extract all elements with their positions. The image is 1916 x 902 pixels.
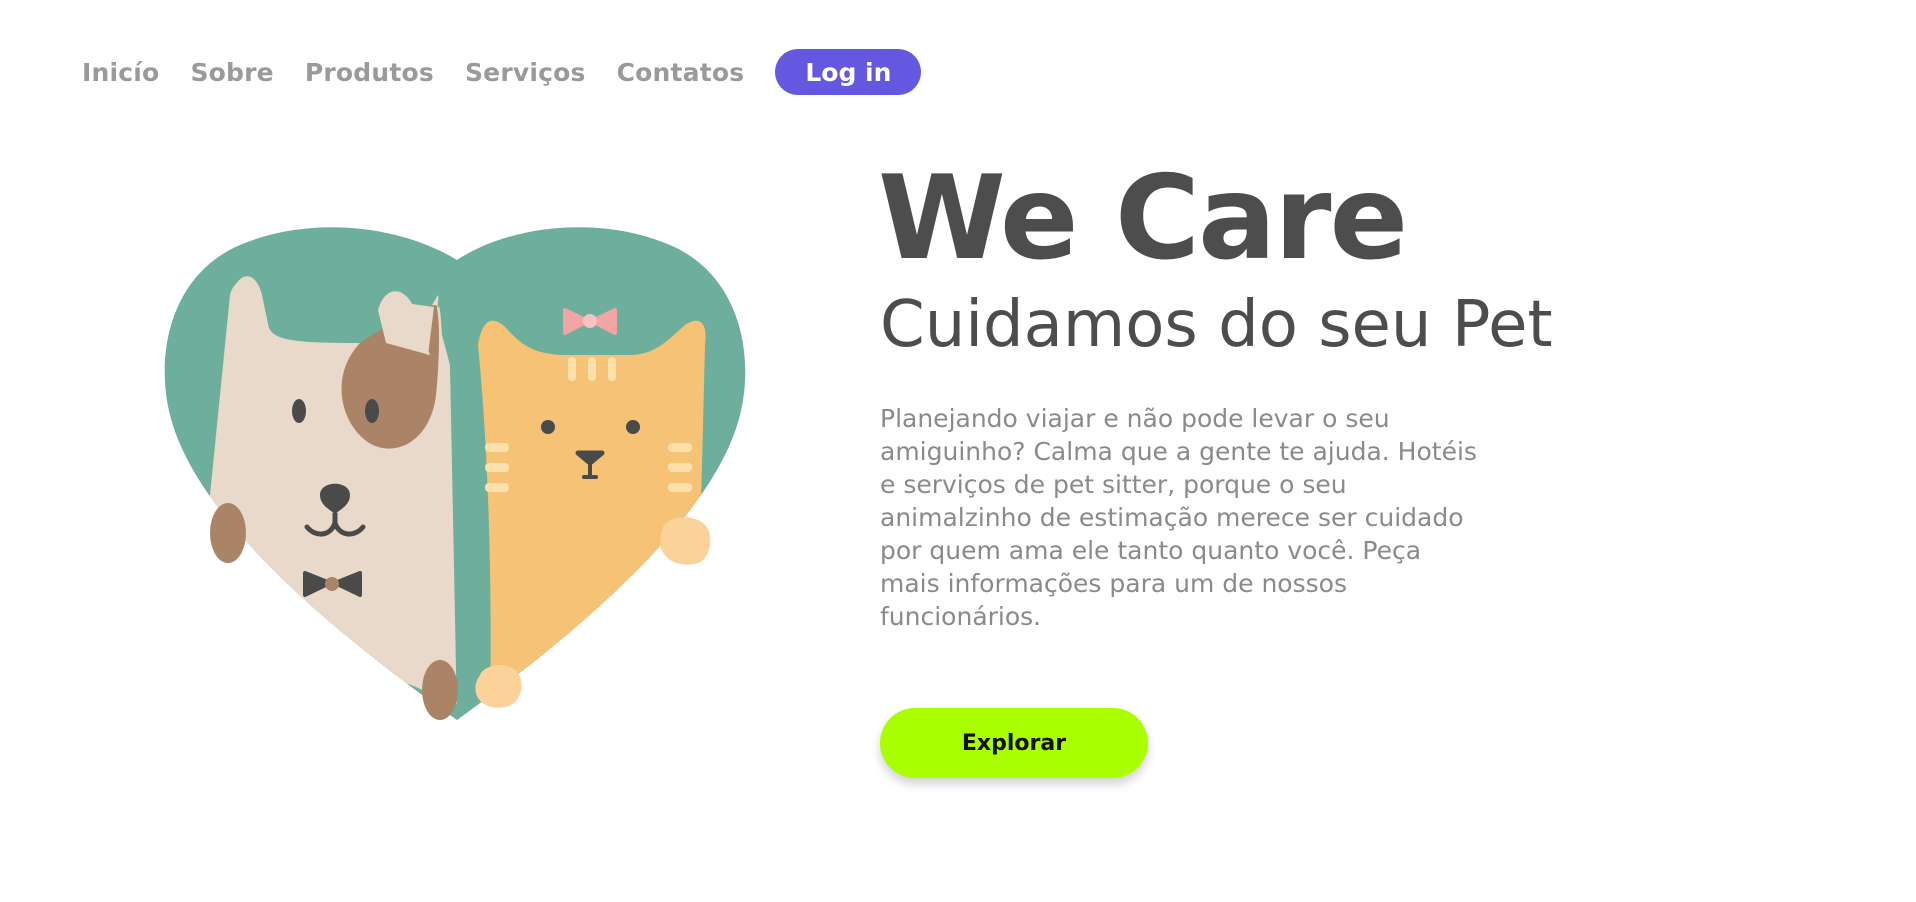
- nav-link-produtos[interactable]: Produtos: [305, 58, 434, 87]
- cat-eye-left: [541, 420, 555, 434]
- dog-paw-left: [210, 503, 246, 563]
- nav-link-contatos[interactable]: Contatos: [617, 58, 745, 87]
- dog-eye-right: [365, 399, 379, 423]
- dog-eye-left: [292, 399, 306, 423]
- dog-paw-bottom: [422, 660, 458, 720]
- hero-title: We Care: [878, 151, 1408, 286]
- main-nav: Inicío Sobre Produtos Serviços Contatos …: [82, 49, 922, 95]
- pets-heart-graphic: [164, 227, 746, 721]
- hero-description: Planejando viajar e não pode levar o seu…: [880, 404, 1477, 631]
- cat-paw-right: [660, 517, 711, 565]
- nav-link-inicio[interactable]: Inicío: [82, 58, 159, 87]
- nav-link-servicos[interactable]: Serviços: [465, 58, 586, 87]
- pets-heart-illustration: [160, 215, 760, 735]
- nav-link-sobre[interactable]: Sobre: [190, 58, 273, 87]
- explore-button[interactable]: Explorar: [880, 708, 1148, 778]
- login-button[interactable]: Log in: [775, 49, 922, 95]
- cat-eye-right: [626, 420, 640, 434]
- hero-subtitle: Cuidamos do seu Pet: [880, 288, 1553, 362]
- landing-page: Inicío Sobre Produtos Serviços Contatos …: [0, 0, 1916, 902]
